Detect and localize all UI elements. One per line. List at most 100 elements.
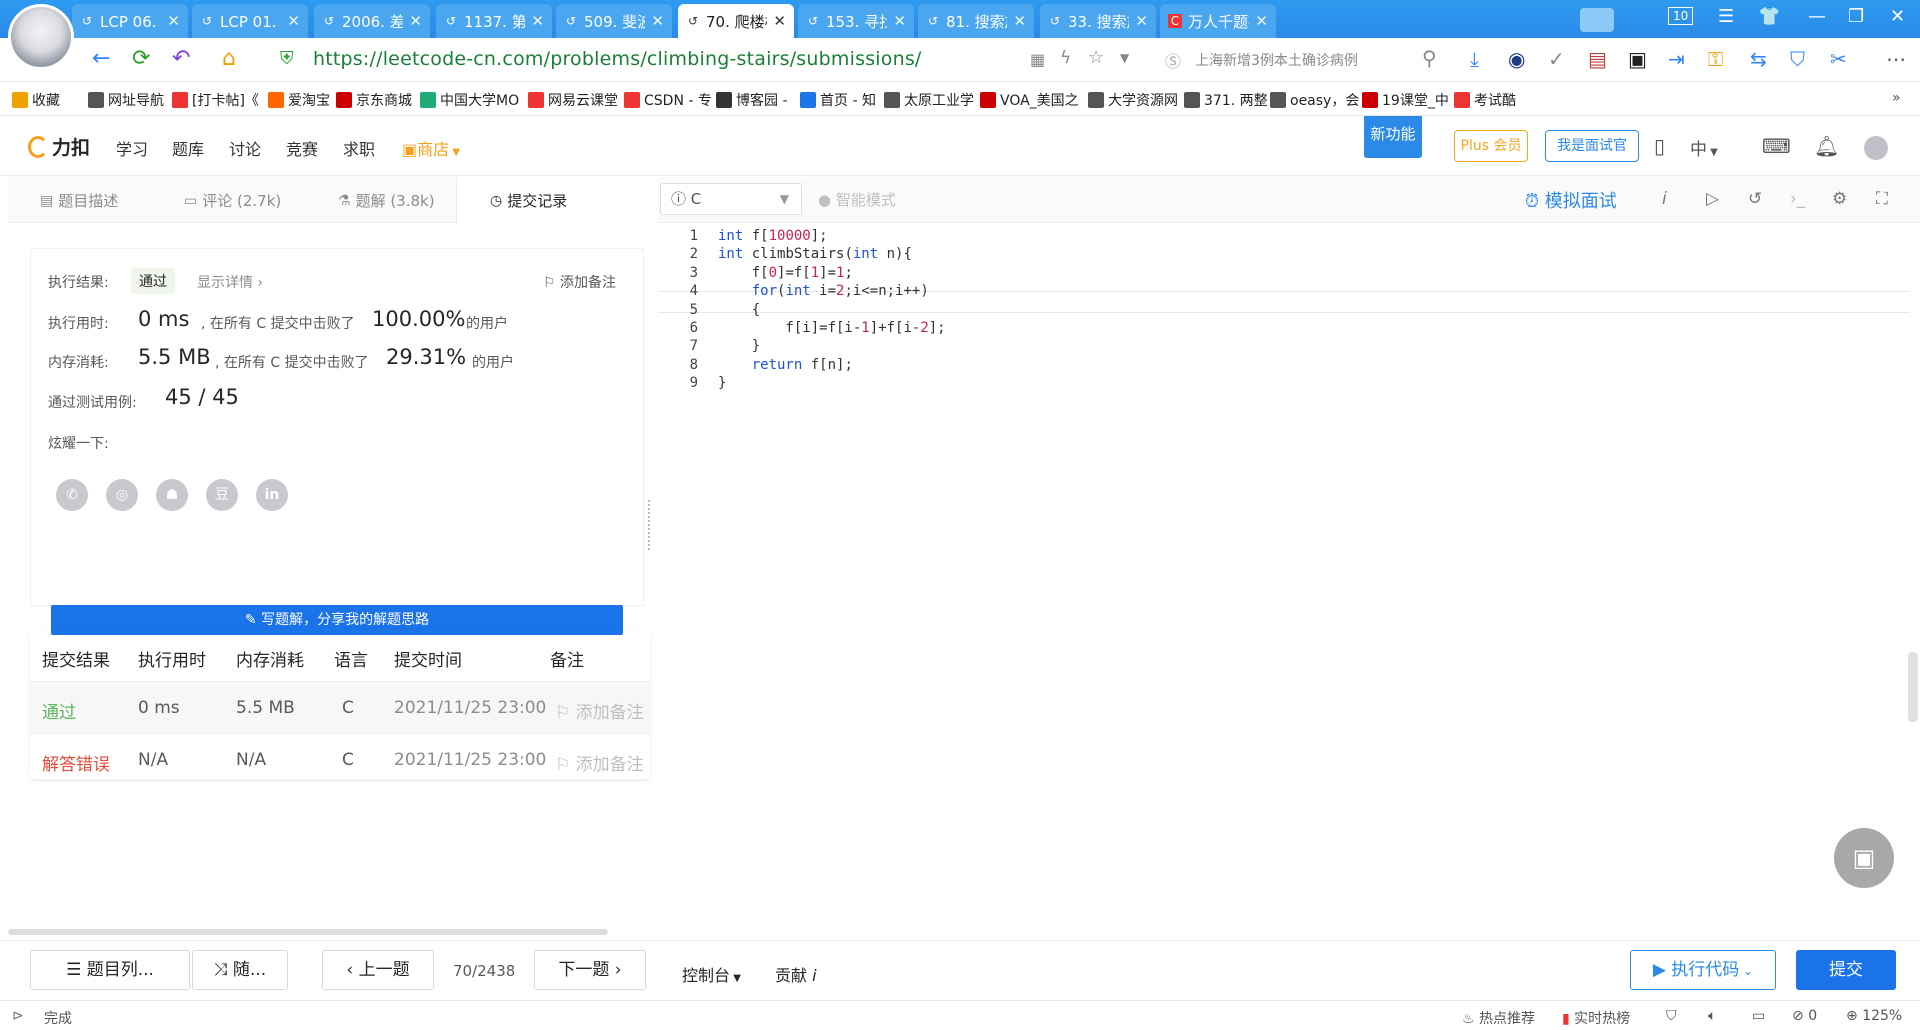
mobile-icon[interactable]: ▯ (1654, 134, 1665, 158)
run-code-button[interactable]: ▶ 执行代码 ⌄ (1630, 950, 1776, 990)
close-window-icon[interactable]: ✕ (1890, 6, 1905, 27)
browser-tab[interactable]: ↺ 1137. 第 N ✕ (436, 4, 552, 38)
bookmark-item[interactable]: 收藏 (12, 90, 60, 110)
qr-icon[interactable]: ▦ (1030, 50, 1045, 69)
browser-tab[interactable]: ↺ 2006. 差的 ✕ (314, 4, 430, 38)
browser-tab[interactable]: ↺ 33. 搜索旋 ✕ (1040, 4, 1156, 38)
code-line[interactable]: f[i]=f[i-1]+f[i-2]; (718, 320, 945, 336)
panel-resize-handle[interactable] (648, 500, 652, 550)
close-icon[interactable]: ✕ (1135, 12, 1148, 30)
key-icon[interactable]: ⚿ (1708, 47, 1723, 71)
url-field[interactable]: https://leetcode-cn.com/problems/climbin… (313, 48, 922, 70)
profile-avatar[interactable] (1864, 136, 1888, 160)
nav-problems[interactable]: 题库 (172, 136, 204, 160)
screen-icon[interactable]: ▣ (1628, 47, 1647, 71)
shield-status-icon[interactable]: ⛉ (1666, 1008, 1677, 1024)
close-icon[interactable]: ✕ (1013, 12, 1026, 30)
bookmark-item[interactable]: VOA_美国之 (980, 90, 1079, 110)
close-icon[interactable]: ✕ (287, 12, 300, 30)
add-note-link[interactable]: ⚐ 添加备注 (543, 272, 616, 292)
close-icon[interactable]: ✕ (1255, 12, 1268, 30)
tab-count-badge[interactable]: 10 (1668, 7, 1694, 25)
nav-shop[interactable]: ▣商店 ▼ (402, 136, 460, 160)
console-toggle[interactable]: 控制台 ▼ (682, 962, 741, 986)
minimize-icon[interactable]: — (1808, 6, 1826, 27)
linkedin-icon[interactable]: in (256, 479, 288, 511)
more-icon[interactable]: ⋯ (1886, 47, 1906, 71)
notification-bell-icon[interactable]: 🔔︎ (1814, 134, 1839, 158)
sidebar-toggle-icon[interactable]: ⊳ (12, 1008, 24, 1024)
notes-float-button[interactable]: ▣ (1834, 828, 1894, 888)
table-row[interactable]: 解答错误 N/A N/A C 2021/11/25 23:00 ⚐ 添加备注 (30, 733, 650, 785)
bookmark-item[interactable]: 中国大学MO (420, 90, 519, 110)
code-line[interactable]: f[0]=f[1]=1; (718, 265, 853, 281)
left-horizontal-scrollbar[interactable] (8, 929, 608, 935)
bookmark-item[interactable]: CSDN - 专 (624, 90, 712, 110)
realtime-hot[interactable]: ▮ 实时热榜 (1562, 1008, 1630, 1028)
row-result[interactable]: 通过 (42, 698, 76, 723)
shield-icon[interactable]: ⛉ (1790, 47, 1805, 71)
browser-tab[interactable]: ↺ LCP 06. 拿 ✕ (72, 4, 188, 38)
show-details-link[interactable]: 显示详情 › (197, 272, 263, 292)
check-icon[interactable]: ✓ (1548, 47, 1565, 71)
language-switch[interactable]: 中 ▼ (1690, 135, 1718, 160)
language-select[interactable]: ⓘ C ▼ (660, 183, 802, 215)
bolt-icon[interactable]: ϟ (1060, 48, 1071, 68)
code-line[interactable]: for(int i=2;i<=n;i++) (718, 283, 929, 299)
login-icon[interactable]: ⇥ (1668, 47, 1685, 71)
user-avatar[interactable] (8, 4, 74, 70)
home-icon[interactable]: ⌂ (222, 46, 236, 71)
chevron-down-icon[interactable]: ▼ (1120, 51, 1129, 65)
browser-tab[interactable]: ↺ LCP 01. 猜 ✕ (192, 4, 308, 38)
close-icon[interactable]: ✕ (773, 12, 786, 30)
close-icon[interactable]: ✕ (167, 12, 180, 30)
nav-jobs[interactable]: 求职 (343, 136, 375, 160)
hot-news-ticker[interactable]: 上海新增3例本土确诊病例 (1195, 50, 1358, 70)
browser-tab[interactable]: C 万人千题社 ✕ (1160, 4, 1276, 38)
leetcode-logo[interactable]: 力扣 (28, 133, 90, 160)
code-line[interactable]: } (718, 375, 726, 391)
scissors-icon[interactable]: ✂ (1830, 47, 1847, 71)
prev-problem-button[interactable]: ‹ 上一题 (322, 950, 434, 990)
terminal-icon[interactable]: ›_ (1790, 189, 1805, 209)
tab-description[interactable]: ▤ 题目描述 (40, 190, 118, 211)
refresh-icon[interactable]: ⟳ (132, 46, 150, 71)
tab-submissions[interactable]: ◷ 提交记录 (490, 190, 567, 211)
qq-icon[interactable]: ☗ (156, 479, 188, 511)
search-icon[interactable]: ⚲ (1422, 46, 1437, 70)
new-tab-button[interactable] (1580, 8, 1614, 32)
bookmark-item[interactable]: 网易云课堂 (528, 90, 618, 110)
row-add-note[interactable]: ⚐ 添加备注 (555, 750, 644, 775)
problem-list-button[interactable]: ☰ 题目列... (30, 950, 190, 990)
reset-icon[interactable]: ↺ (1748, 189, 1762, 209)
bookmark-item[interactable]: 京东商城 (336, 90, 412, 110)
close-icon[interactable]: ✕ (531, 12, 544, 30)
row-result[interactable]: 解答错误 (42, 750, 110, 775)
smart-mode-toggle[interactable]: ● 智能模式 (818, 189, 896, 210)
info-italic-icon[interactable]: i (1662, 189, 1667, 209)
browser-tab[interactable]: ↺ 81. 搜索旋 ✕ (918, 4, 1034, 38)
reader-icon[interactable]: ▤ (1588, 47, 1607, 71)
tab-solutions[interactable]: ⚗ 题解 (3.8k) (338, 190, 435, 211)
close-icon[interactable]: ✕ (651, 12, 664, 30)
device-icon[interactable]: ▭ (1752, 1008, 1765, 1024)
code-line[interactable]: } (718, 338, 760, 354)
run-triangle-icon[interactable]: ▷ (1706, 189, 1719, 209)
tab-comments[interactable]: ▭ 评论 (2.7k) (184, 190, 281, 211)
code-editor[interactable]: 1 int f[10000]; 2 int climbStairs(int n){3 … (658, 224, 1910, 938)
undo-icon[interactable]: ↶ (172, 46, 190, 71)
close-icon[interactable]: ✕ (409, 12, 422, 30)
hot-recommend[interactable]: ♨ 热点推荐 (1462, 1008, 1535, 1028)
bookmark-item[interactable]: 首页 - 知 (800, 90, 876, 110)
back-icon[interactable]: ← (92, 46, 110, 71)
bookmark-item[interactable]: oeasy，会 (1270, 90, 1359, 110)
next-problem-button[interactable]: 下一题 › (534, 950, 646, 990)
fullscreen-icon[interactable]: ⛶ (1876, 189, 1888, 209)
bookmark-item[interactable]: 网址导航 (88, 90, 164, 110)
browser-tab[interactable]: ↺ 153. 寻找旋 ✕ (798, 4, 914, 38)
translate-icon[interactable]: ⇆ (1750, 47, 1767, 71)
bookmark-item[interactable]: 考试酷 (1454, 90, 1516, 110)
bookmark-item[interactable]: 太原工业学 (884, 90, 974, 110)
interviewer-button[interactable]: 我是面试官 (1545, 130, 1639, 162)
nav-learn[interactable]: 学习 (116, 136, 148, 160)
